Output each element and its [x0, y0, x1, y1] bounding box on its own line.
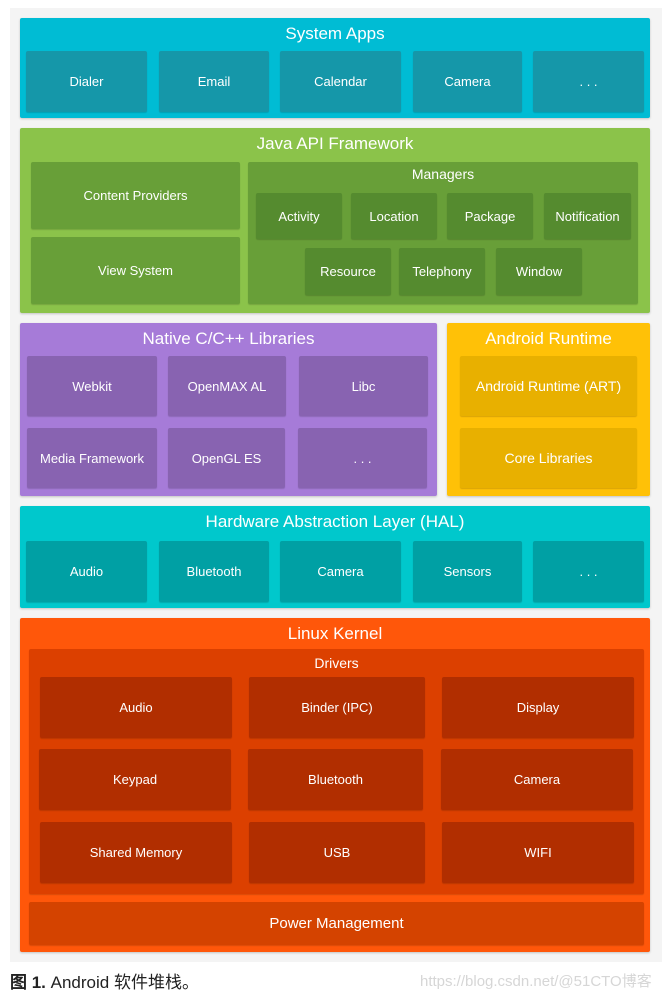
view-system-box: View System [31, 237, 240, 304]
hal-box: . . . [533, 541, 644, 602]
layer-title: Native C/C++ Libraries [142, 329, 315, 348]
figure-label: 图 1. [10, 973, 46, 992]
library-box: Media Framework [27, 428, 157, 488]
driver-box: Display [442, 677, 634, 738]
figure-caption-text: Android 软件堆栈。 [45, 973, 199, 992]
driver-box: Audio [40, 677, 232, 738]
managers-title: Managers [411, 166, 475, 182]
library-box: Libc [299, 356, 428, 416]
manager-box: Package [447, 193, 533, 239]
library-box: OpenGL ES [168, 428, 285, 488]
hal-box: Audio [26, 541, 147, 602]
driver-box: USB [249, 822, 425, 883]
driver-box: Shared Memory [40, 822, 232, 883]
driver-box: WIFI [442, 822, 634, 883]
layer-title: Linux Kernel [287, 624, 383, 643]
layer-title: Java API Framework [256, 134, 414, 153]
hal-box: Bluetooth [159, 541, 269, 602]
manager-box: Window [496, 248, 582, 295]
layer-title: Android Runtime [485, 329, 612, 348]
app-box: Email [159, 51, 269, 112]
hal-box: Camera [280, 541, 401, 602]
driver-box: Binder (IPC) [249, 677, 425, 738]
power-management-box: Power Management [29, 902, 644, 945]
manager-box: Notification [544, 193, 631, 239]
manager-box: Activity [256, 193, 342, 239]
manager-box: Telephony [399, 248, 485, 295]
manager-box: Resource [305, 248, 391, 295]
driver-box: Bluetooth [248, 749, 423, 810]
layer-title: System Apps [285, 24, 385, 43]
app-box: Camera [413, 51, 522, 112]
hal-box: Sensors [413, 541, 522, 602]
driver-box: Camera [441, 749, 633, 810]
library-box: Webkit [27, 356, 157, 416]
app-box: Dialer [26, 51, 147, 112]
layer-title: Hardware Abstraction Layer (HAL) [205, 512, 465, 531]
driver-box: Keypad [39, 749, 231, 810]
library-box: OpenMAX AL [168, 356, 286, 416]
manager-box: Location [351, 193, 437, 239]
app-box: Calendar [280, 51, 401, 112]
app-box: . . . [533, 51, 644, 112]
runtime-box: Core Libraries [460, 428, 637, 488]
runtime-box: Android Runtime (ART) [460, 356, 637, 416]
figure-caption: 图 1. Android 软件堆栈。 [10, 968, 199, 993]
drivers-title: Drivers [314, 655, 359, 671]
content-providers-box: Content Providers [31, 162, 240, 229]
library-box: . . . [298, 428, 427, 488]
watermark: https://blog.csdn.net/@51CTO博客 [420, 973, 652, 990]
